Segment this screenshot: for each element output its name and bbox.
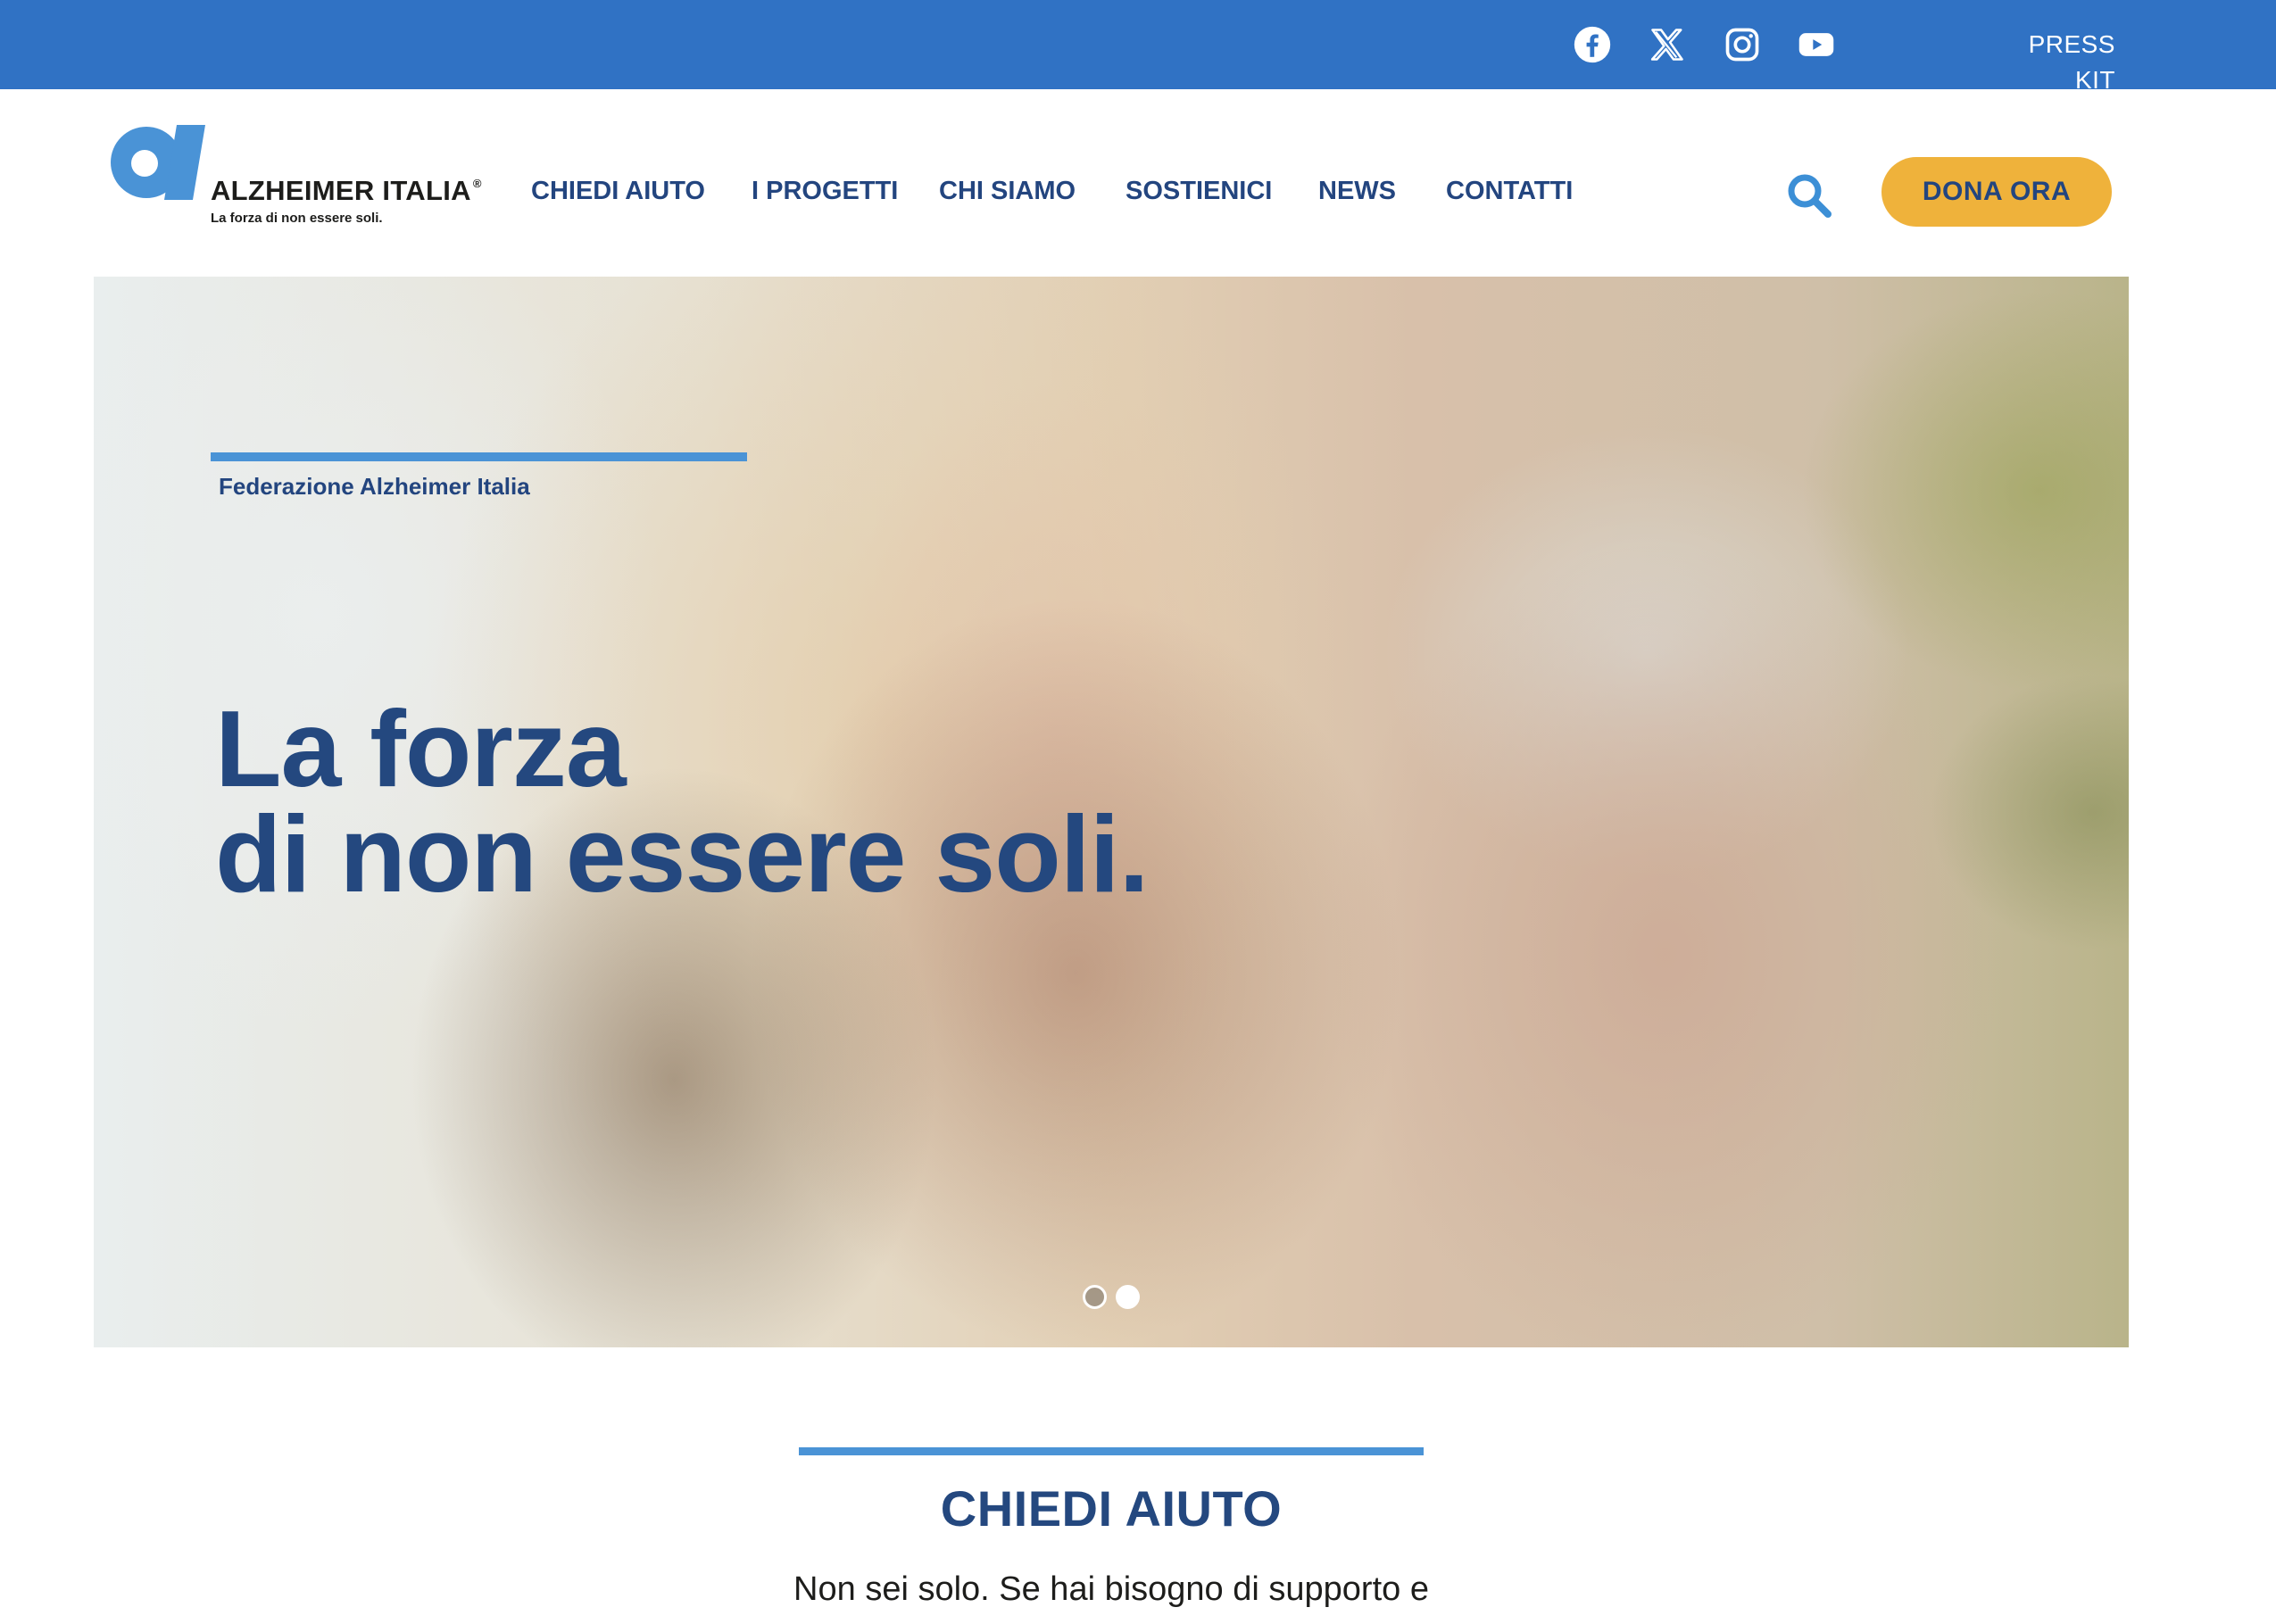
hero-title: La forza di non essere soli. bbox=[215, 694, 1149, 908]
nav-chi-siamo[interactable]: CHI SIAMO bbox=[939, 173, 1076, 209]
hero-banner: Federazione Alzheimer Italia La forza di… bbox=[94, 277, 2129, 1347]
carousel-dot-1[interactable] bbox=[1083, 1285, 1107, 1309]
logo-tagline: La forza di non essere soli. bbox=[211, 211, 383, 226]
instagram-icon[interactable] bbox=[1719, 21, 1765, 68]
facebook-icon[interactable] bbox=[1569, 21, 1616, 68]
section-accent-line bbox=[799, 1447, 1424, 1455]
nav-contatti[interactable]: CONTATTI bbox=[1446, 173, 1573, 209]
donate-button[interactable]: DONA ORA bbox=[1881, 157, 2112, 227]
carousel-dot-2[interactable] bbox=[1116, 1285, 1140, 1309]
site-logo[interactable]: ALZHEIMER ITALIA ® La forza di non essere… bbox=[111, 125, 481, 232]
logo-name: ALZHEIMER ITALIA ® bbox=[211, 175, 482, 206]
hero-title-line2: di non essere soli. bbox=[215, 793, 1149, 915]
top-bar: PRESS KIT bbox=[0, 0, 2276, 94]
hero-title-line1: La forza bbox=[215, 688, 627, 809]
section-text: Non sei solo. Se hai bisogno di supporto… bbox=[793, 1570, 1429, 1608]
hero-accent-line bbox=[211, 452, 747, 461]
carousel-dots bbox=[1083, 1285, 1140, 1312]
x-icon[interactable] bbox=[1644, 21, 1690, 68]
nav-news[interactable]: NEWS bbox=[1318, 173, 1396, 209]
youtube-icon[interactable] bbox=[1793, 21, 1840, 68]
hero-eyebrow: Federazione Alzheimer Italia bbox=[219, 473, 530, 500]
nav-i-progetti[interactable]: I PROGETTI bbox=[752, 173, 898, 209]
nav-sostienici[interactable]: SOSTIENICI bbox=[1126, 173, 1272, 209]
section-title: CHIEDI AIUTO bbox=[940, 1480, 1283, 1537]
logo-mark-icon bbox=[111, 125, 205, 200]
press-kit-link[interactable]: PRESS KIT bbox=[1981, 27, 2115, 94]
nav-chiedi-aiuto[interactable]: CHIEDI AIUTO bbox=[531, 173, 705, 209]
search-icon[interactable] bbox=[1783, 170, 1835, 221]
